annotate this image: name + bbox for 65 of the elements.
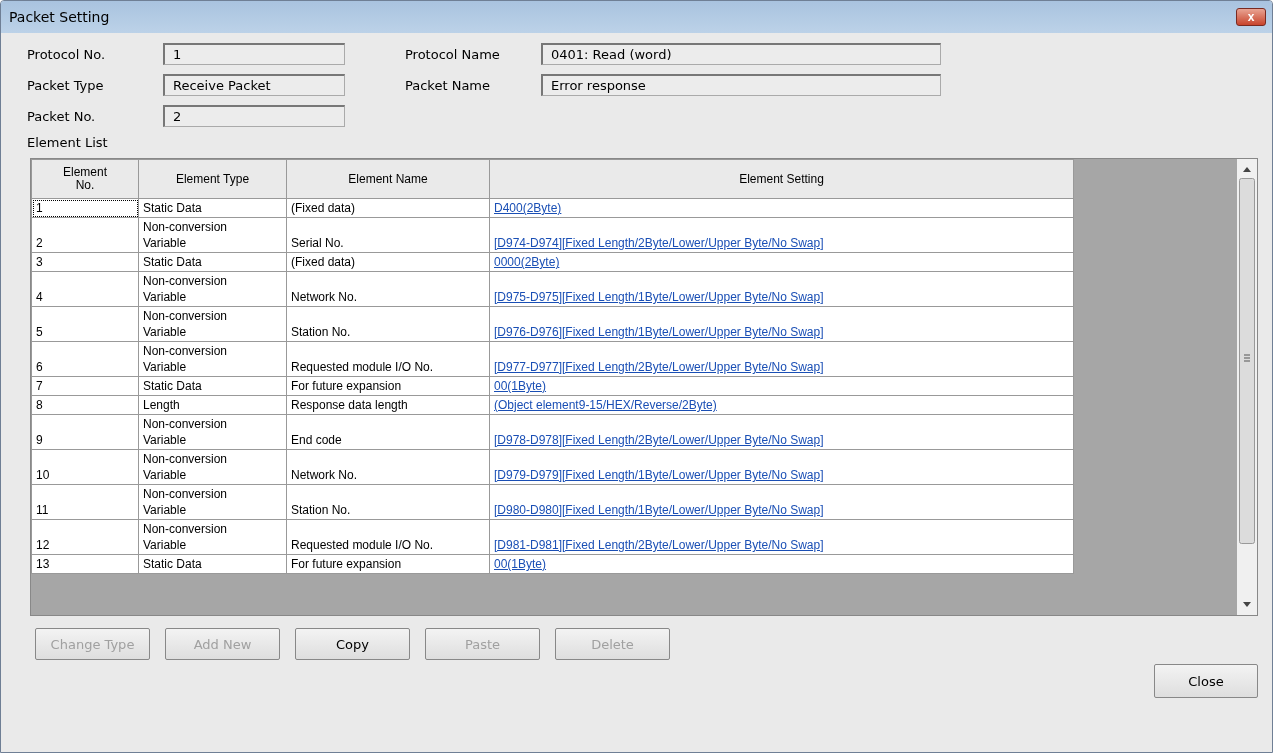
table-cell: Static Data [138, 198, 287, 218]
table-cell: Non-conversion Variable [138, 271, 287, 307]
readonly-field[interactable]: 2 [163, 105, 345, 127]
table-cell: (Fixed data) [286, 252, 490, 272]
table-cell: 9 [31, 414, 139, 450]
setting-link[interactable]: 0000(2Byte) [494, 255, 560, 269]
window-title: Packet Setting [9, 9, 110, 25]
table-cell: Non-conversion Variable [138, 449, 287, 485]
table-cell: 4 [31, 271, 139, 307]
action-button[interactable]: Copy [295, 628, 410, 660]
setting-link[interactable]: 00(1Byte) [494, 557, 547, 571]
table-cell: End code [286, 414, 490, 450]
table-cell: Requested module I/O No. [286, 519, 490, 555]
table-cell: 11 [31, 484, 139, 520]
table-cell: Non-conversion Variable [138, 519, 287, 555]
table-cell: For future expansion [286, 376, 490, 396]
readonly-field[interactable]: Receive Packet [163, 74, 345, 96]
column-header[interactable]: Element Name [286, 159, 490, 199]
vertical-scrollbar[interactable] [1237, 159, 1257, 615]
table-cell: Serial No. [286, 217, 490, 253]
table-cell: Network No. [286, 271, 490, 307]
scroll-down-icon[interactable] [1243, 602, 1251, 607]
readonly-field[interactable]: 0401: Read (word) [541, 43, 941, 65]
table-cell: Static Data [138, 376, 287, 396]
table-cell: 6 [31, 341, 139, 377]
readonly-field[interactable]: 1 [163, 43, 345, 65]
scroll-up-icon[interactable] [1243, 167, 1251, 172]
setting-link[interactable]: D400(2Byte) [494, 201, 562, 215]
column-header[interactable]: Element Type [138, 159, 287, 199]
field-label: Packet Type [27, 77, 105, 93]
scroll-thumb[interactable] [1239, 178, 1255, 544]
readonly-field[interactable]: Error response [541, 74, 941, 96]
table-cell: Station No. [286, 306, 490, 342]
table-cell: Network No. [286, 449, 490, 485]
table-cell: Static Data [138, 554, 287, 574]
table-cell: Response data length [286, 395, 490, 415]
close-button[interactable]: Close [1154, 664, 1258, 698]
column-header[interactable]: Element Setting [489, 159, 1074, 199]
field-label: Packet Name [405, 77, 491, 93]
table-cell: 2 [31, 217, 139, 253]
table-cell: Non-conversion Variable [138, 484, 287, 520]
table-cell: (Fixed data) [286, 198, 490, 218]
field-label: Protocol Name [405, 46, 501, 62]
table-cell: Station No. [286, 484, 490, 520]
column-header[interactable]: Element No. [31, 159, 139, 199]
table-cell: Requested module I/O No. [286, 341, 490, 377]
table-cell: 7 [31, 376, 139, 396]
table-cell: 3 [31, 252, 139, 272]
table-cell: Non-conversion Variable [138, 414, 287, 450]
setting-link[interactable]: 00(1Byte) [494, 379, 547, 393]
table-cell: 12 [31, 519, 139, 555]
table-cell: 10 [31, 449, 139, 485]
field-label: Packet No. [27, 108, 97, 124]
field-label: Protocol No. [27, 46, 107, 62]
table-cell: Non-conversion Variable [138, 217, 287, 253]
table-cell: 1 [31, 198, 139, 218]
table-cell: Static Data [138, 252, 287, 272]
table-cell: 13 [31, 554, 139, 574]
section-label: Element List [27, 135, 109, 150]
table-cell: For future expansion [286, 554, 490, 574]
table-cell: 8 [31, 395, 139, 415]
table-cell: 5 [31, 306, 139, 342]
table-cell: Non-conversion Variable [138, 341, 287, 377]
table-cell: Non-conversion Variable [138, 306, 287, 342]
table-cell: Length [138, 395, 287, 415]
